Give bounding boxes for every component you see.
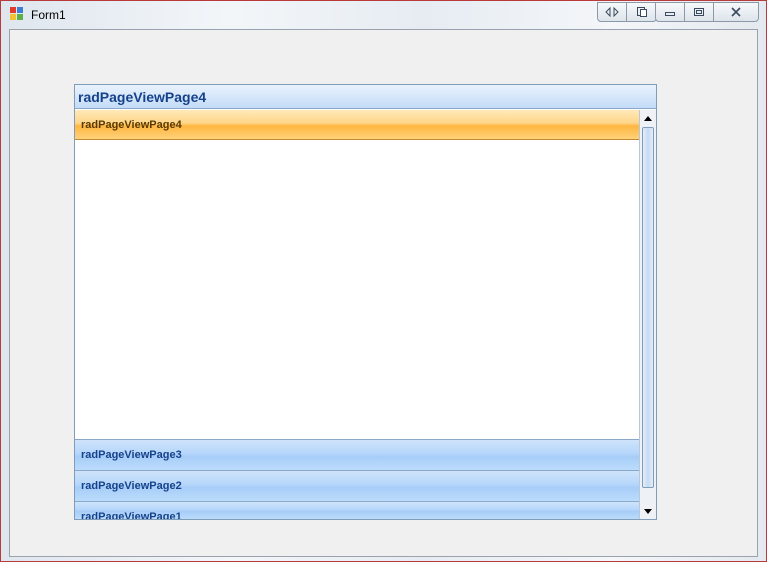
back-forward-icon[interactable] (598, 3, 627, 21)
window-controls-group (655, 2, 759, 22)
page-item[interactable]: radPageViewPage2 (75, 470, 639, 501)
minimize-icon[interactable] (656, 3, 685, 21)
restore-icon[interactable] (685, 3, 714, 21)
scroll-up-arrow-icon[interactable] (640, 110, 656, 126)
extra-controls-group (597, 2, 657, 22)
form-client-area: radPageViewPage4 radPageViewPage4 radPag… (9, 29, 758, 557)
page-content-area (75, 141, 639, 439)
rad-page-view: radPageViewPage4 radPageViewPage4 radPag… (74, 84, 657, 520)
close-icon[interactable] (714, 3, 758, 21)
page-item-selected[interactable]: radPageViewPage4 (75, 110, 639, 140)
form1-window: Form1 radPageViewPage4 radPageViewPage4 … (0, 0, 767, 562)
scrollbar-thumb[interactable] (642, 127, 654, 488)
vertical-scrollbar[interactable] (639, 110, 656, 519)
pageview-header-title: radPageViewPage4 (75, 85, 656, 109)
scroll-down-arrow-icon[interactable] (640, 503, 656, 519)
copy-icon[interactable] (627, 3, 656, 21)
title-bar[interactable]: Form1 (1, 1, 766, 27)
page-item[interactable]: radPageViewPage1 (75, 501, 639, 519)
window-title: Form1 (31, 8, 66, 22)
page-item[interactable]: radPageViewPage3 (75, 439, 639, 470)
form-app-icon (10, 7, 24, 21)
